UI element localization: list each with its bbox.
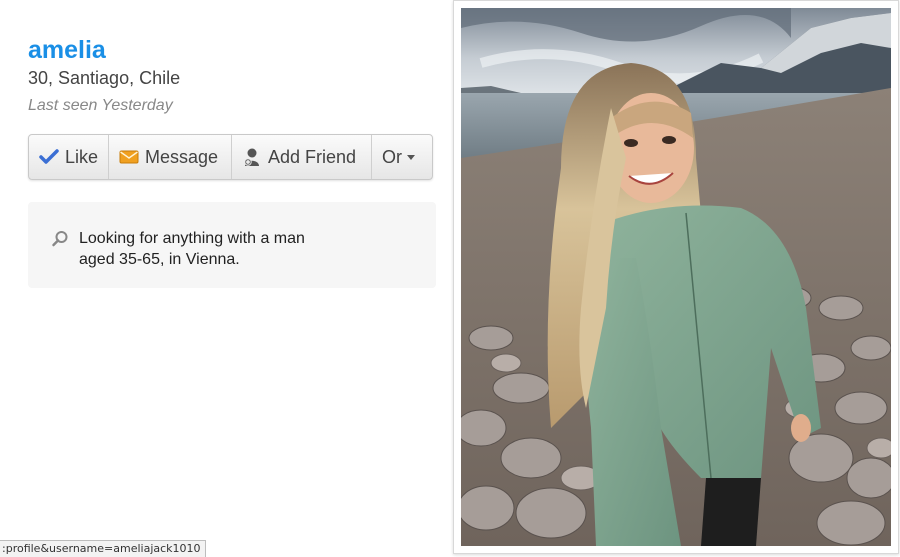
checkmark-icon [39,147,59,167]
looking-for-box: Looking for anything with a man aged 35-… [28,202,436,288]
profile-page: amelia 30, Santiago, Chile Last seen Yes… [0,0,900,557]
profile-photo-frame [453,0,899,554]
more-options-label: Or [382,146,402,167]
last-seen-status: Last seen Yesterday [28,97,173,114]
more-options-dropdown[interactable]: Or [372,135,432,179]
looking-for-text: Looking for anything with a man aged 35-… [79,230,305,268]
profile-photo[interactable] [461,8,891,546]
message-button-label: Message [145,146,219,167]
message-button[interactable]: Message [109,135,232,179]
envelope-icon [119,147,139,167]
profile-action-bar: Like Message Add Friend Or [28,134,433,180]
browser-status-url: :profile&username=ameliajack1010 [0,540,206,557]
like-button-label: Like [65,146,99,167]
profile-age-location: 30, Santiago, Chile [28,68,181,88]
like-button[interactable]: Like [29,135,109,179]
search-icon [51,230,69,248]
caret-down-icon [407,154,415,160]
add-friend-button[interactable]: Add Friend [232,135,372,179]
person-add-icon [242,147,262,167]
profile-name[interactable]: amelia [28,36,106,65]
add-friend-button-label: Add Friend [268,146,357,167]
